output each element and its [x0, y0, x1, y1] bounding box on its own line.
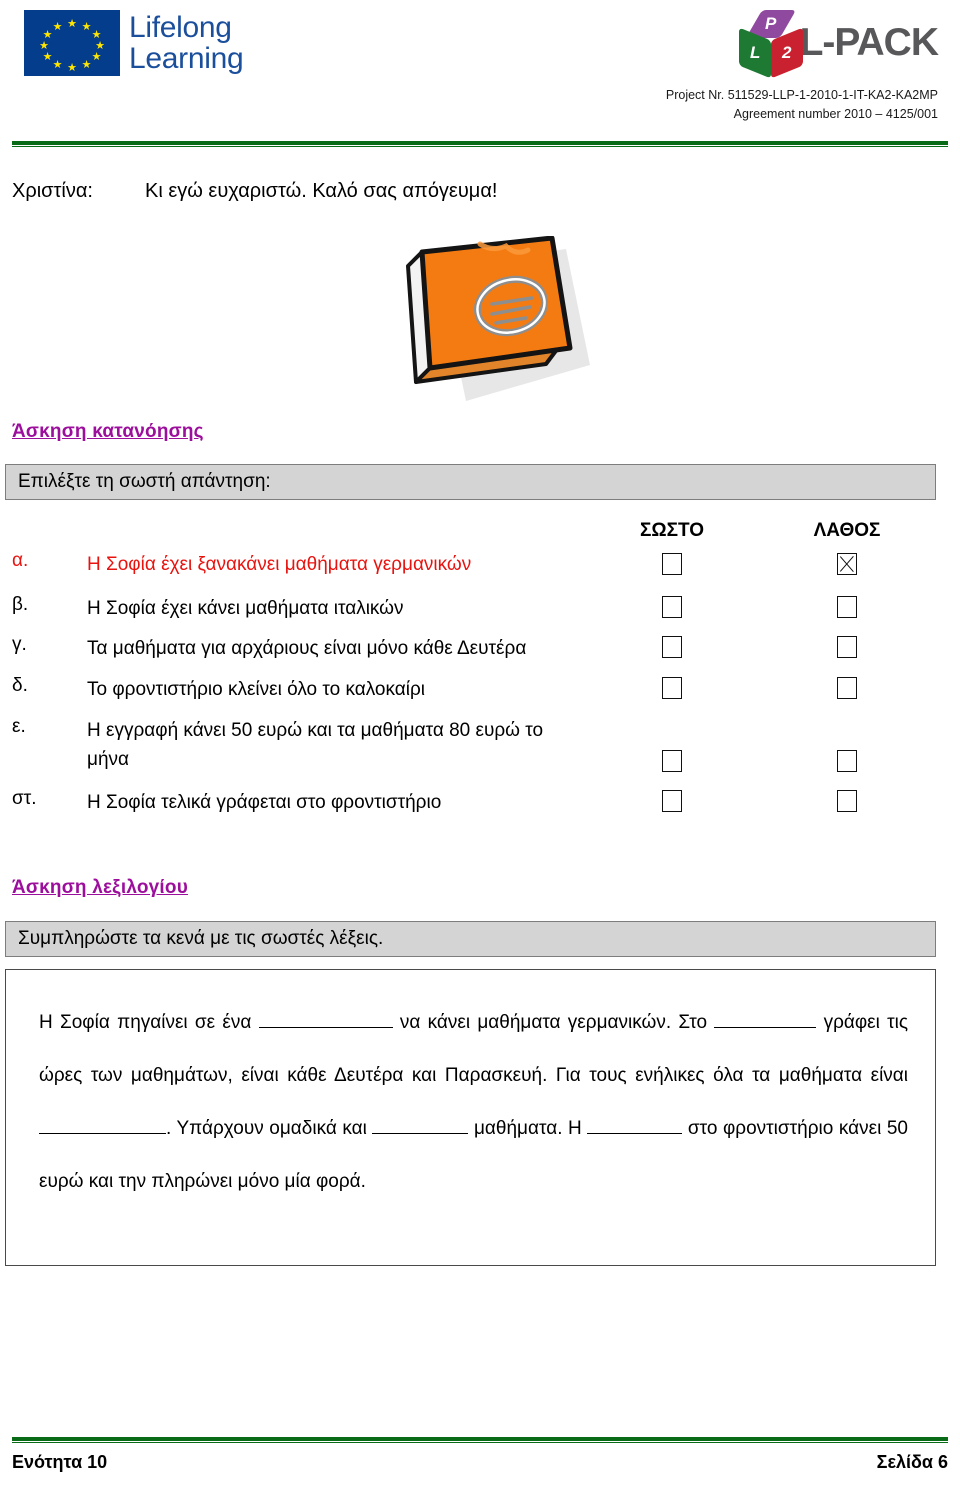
ll-line-2: Learning: [129, 42, 244, 75]
quiz-item-letter: β.: [12, 594, 29, 615]
quiz-item-text: Τα μαθήματα για αρχάριους είναι μόνο κάθ…: [87, 638, 527, 659]
quiz-row: ε. Η εγγραφή κάνει 50 ευρώ και τα μαθήμα…: [12, 716, 936, 788]
checkbox-false[interactable]: [837, 596, 857, 618]
dialogue-speaker: Χριστίνα:: [12, 180, 93, 202]
eu-flag-icon: ★ ★ ★ ★ ★ ★ ★ ★ ★ ★ ★ ★: [24, 10, 120, 76]
quiz-column-headers: ΣΩΣΤΟ ΛΑΘΟΣ: [12, 520, 936, 550]
cloze-blank-4[interactable]: [372, 1116, 469, 1134]
quiz-row: β. Η Σοφία έχει κάνει μαθήματα ιταλικών: [12, 594, 936, 634]
checkbox-false[interactable]: [837, 677, 857, 699]
lpack-wordmark: L-PACK: [799, 21, 939, 64]
quiz-item-text: Η Σοφία έχει ξανακάνει μαθήματα γερμανικ…: [87, 554, 472, 575]
checkbox-true[interactable]: [662, 636, 682, 658]
checkbox-true[interactable]: [662, 790, 682, 812]
checkbox-true[interactable]: [662, 596, 682, 618]
cloze-text-2: να κάνει μαθήματα γερμανικών. Στο: [399, 1012, 708, 1033]
page-footer: Ενότητα 10 Σελίδα 6: [12, 1452, 948, 1473]
checkbox-false[interactable]: [837, 636, 857, 658]
project-reference: Project Nr. 511529-LLP-1-2010-1-IT-KA2-K…: [666, 86, 938, 124]
quiz-item-letter: δ.: [12, 675, 28, 696]
checkbox-true[interactable]: [662, 750, 682, 772]
footer-page: Σελίδα 6: [876, 1452, 948, 1472]
column-header-false: ΛΑΘΟΣ: [813, 520, 881, 541]
vocabulary-instruction: Συμπληρώστε τα κενά με τις σωστές λέξεις…: [5, 921, 936, 957]
comprehension-heading: Άσκηση κατανόησης: [12, 421, 204, 442]
cloze-text-1: Η Σοφία πηγαίνει σε ένα: [39, 1012, 252, 1033]
cloze-text-5: μαθήματα. Η: [473, 1118, 582, 1139]
lpack-logo: P L 2 L-PACK: [738, 8, 939, 79]
column-header-true: ΣΩΣΤΟ: [639, 520, 705, 541]
quiz-row: α. Η Σοφία έχει ξανακάνει μαθήματα γερμα…: [12, 550, 936, 594]
checkbox-true[interactable]: [662, 677, 682, 699]
lifelong-learning-logo: ★ ★ ★ ★ ★ ★ ★ ★ ★ ★ ★ ★ Lifelong Learnin…: [24, 10, 244, 76]
quiz-item-text: Η Σοφία τελικά γράφεται στο φροντιστήριο: [87, 792, 442, 813]
checkbox-true[interactable]: [662, 553, 682, 575]
quiz-item-letter: α.: [12, 550, 29, 571]
dialogue-line: Χριστίνα: Κι εγώ ευχαριστώ. Καλό σας από…: [12, 178, 932, 204]
lifelong-learning-wordmark: Lifelong Learning: [129, 11, 244, 75]
page-header: ★ ★ ★ ★ ★ ★ ★ ★ ★ ★ ★ ★ Lifelong Learnin…: [0, 0, 960, 150]
cloze-blank-1[interactable]: [258, 1010, 393, 1028]
cloze-blank-2[interactable]: [714, 1010, 817, 1028]
cube-right-letter: 2: [781, 43, 792, 62]
dialogue-text: Κι εγώ ευχαριστώ. Καλό σας απόγευμα!: [145, 180, 498, 202]
footer-divider: [12, 1437, 948, 1444]
project-number: Project Nr. 511529-LLP-1-2010-1-IT-KA2-K…: [665, 88, 938, 102]
quiz-item-text: Το φροντιστήριο κλείνει όλο το καλοκαίρι: [87, 679, 426, 700]
cloze-blank-3[interactable]: [39, 1116, 166, 1134]
comprehension-instruction: Επιλέξτε τη σωστή απάντηση:: [5, 464, 936, 500]
orange-book-icon: [388, 235, 593, 401]
quiz-item-letter: στ.: [12, 788, 37, 809]
cube-top-letter: P: [764, 14, 777, 33]
checkbox-false[interactable]: [837, 553, 857, 575]
quiz-row: γ. Τα μαθήματα για αρχάριους είναι μόνο …: [12, 634, 936, 675]
footer-unit: Ενότητα 10: [12, 1452, 108, 1472]
cloze-blank-5[interactable]: [587, 1116, 683, 1134]
quiz-item-text: Η Σοφία έχει κάνει μαθήματα ιταλικών: [87, 598, 404, 619]
comprehension-quiz: ΣΩΣΤΟ ΛΑΘΟΣ α. Η Σοφία έχει ξανακάνει μα…: [12, 520, 936, 828]
checkbox-false[interactable]: [837, 750, 857, 772]
header-divider: [12, 141, 948, 148]
cloze-exercise-box: Η Σοφία πηγαίνει σε ένα να κάνει μαθήματ…: [5, 969, 936, 1266]
quiz-item-letter: γ.: [12, 634, 27, 655]
quiz-row: στ. Η Σοφία τελικά γράφεται στο φροντιστ…: [12, 788, 936, 828]
ll-line-1: Lifelong: [129, 11, 232, 44]
checkbox-false[interactable]: [837, 790, 857, 812]
quiz-row: δ. Το φροντιστήριο κλείνει όλο το καλοκα…: [12, 675, 936, 716]
cloze-paragraph: Η Σοφία πηγαίνει σε ένα να κάνει μαθήματ…: [39, 996, 908, 1208]
cloze-text-4: . Υπάρχουν ομαδικά και: [166, 1118, 367, 1139]
lpack-cube-icon: P L 2: [738, 10, 804, 79]
cube-left-letter: L: [749, 42, 760, 62]
quiz-item-letter: ε.: [12, 716, 26, 737]
quiz-item-text: Η εγγραφή κάνει 50 ευρώ και τα μαθήματα …: [87, 720, 544, 770]
vocabulary-heading: Άσκηση λεξιλογίου: [12, 877, 188, 898]
agreement-number: Agreement number 2010 – 4125/001: [733, 107, 938, 121]
